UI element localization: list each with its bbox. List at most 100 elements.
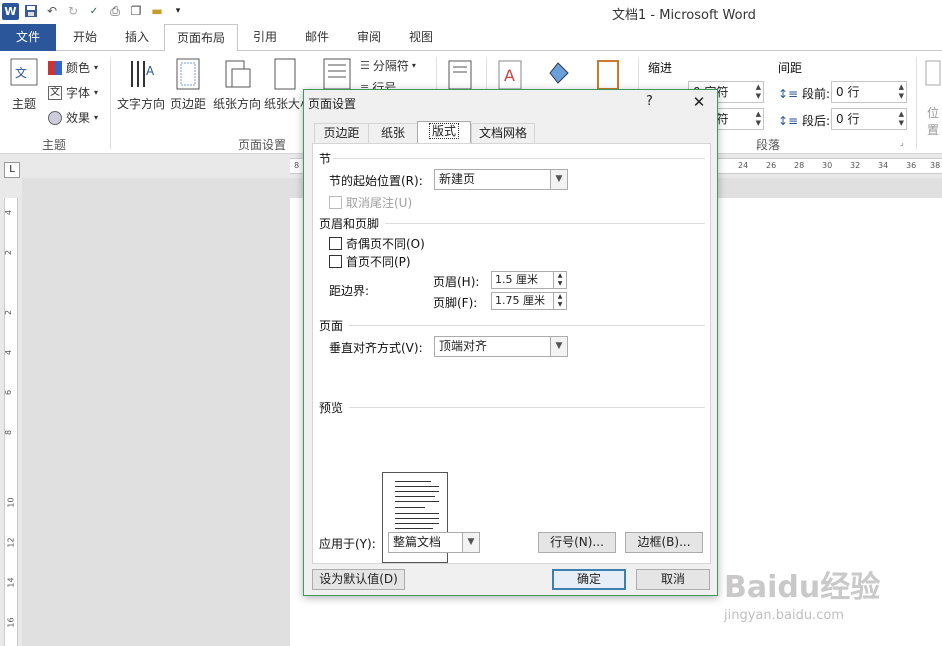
divider bbox=[349, 325, 705, 326]
margins-button[interactable]: 页边距 bbox=[168, 57, 208, 112]
tab-home[interactable]: 开始 bbox=[62, 24, 108, 51]
ruler-number: 16 bbox=[6, 617, 16, 628]
first-page-checkbox[interactable] bbox=[329, 255, 342, 268]
spin-arrows-icon[interactable]: ▲ ▼ bbox=[756, 83, 761, 101]
copy-icon[interactable]: ❐ bbox=[127, 2, 145, 20]
size-button[interactable]: 纸张大小 bbox=[264, 57, 304, 112]
line-numbers-button[interactable]: 行号(N)... bbox=[538, 532, 616, 553]
breaks-icon: ☰ bbox=[360, 59, 370, 72]
cancel-button[interactable]: 取消 bbox=[636, 569, 710, 590]
fonts-button[interactable]: 文 字体 ▾ bbox=[48, 84, 98, 101]
undo-icon[interactable]: ↶ bbox=[43, 2, 61, 20]
effects-button[interactable]: 效果 ▾ bbox=[48, 109, 98, 126]
ruler-number: 4 bbox=[4, 349, 14, 356]
spacing-before-label: ↕≡ 段前: bbox=[778, 85, 830, 102]
watermark-icon bbox=[448, 60, 472, 90]
text-direction-label: 文字方向 bbox=[116, 97, 165, 111]
print-preview-icon[interactable]: ⎙ bbox=[106, 2, 124, 20]
vertical-alignment-select[interactable]: 顶端对齐 ▼ bbox=[434, 336, 568, 357]
paragraph-group-label: 段落 bbox=[756, 138, 781, 152]
ruler-number: 30 bbox=[822, 161, 833, 170]
spin-arrows-icon[interactable]: ▲ ▼ bbox=[553, 272, 566, 288]
tab-selector-icon[interactable]: L bbox=[4, 162, 20, 178]
tab-references[interactable]: 引用 bbox=[242, 24, 288, 51]
ruler-number: 36 bbox=[906, 161, 917, 170]
effects-icon bbox=[48, 110, 62, 125]
tab-paper[interactable]: 纸张 bbox=[368, 123, 418, 143]
spacing-label: 间距 bbox=[778, 61, 803, 75]
margins-icon bbox=[176, 58, 200, 90]
close-icon[interactable]: ✕ bbox=[686, 90, 712, 114]
footer-distance-value: 1.75 厘米 bbox=[495, 294, 545, 307]
tab-insert[interactable]: 插入 bbox=[114, 24, 160, 51]
spacing-after-input[interactable]: 0 行 ▲ ▼ bbox=[831, 108, 907, 130]
suppress-endnotes-checkbox[interactable] bbox=[329, 196, 342, 209]
paper-size-icon bbox=[274, 58, 296, 90]
spin-arrows-icon[interactable]: ▲ ▼ bbox=[899, 110, 904, 128]
ruler-number: 2 bbox=[4, 309, 14, 316]
ruler-number: 34 bbox=[878, 161, 889, 170]
tab-layout[interactable]: 版式 bbox=[417, 121, 471, 144]
spin-arrows-icon[interactable]: ▲ ▼ bbox=[553, 293, 566, 309]
customize-qat-icon[interactable]: ▾ bbox=[169, 2, 187, 20]
chevron-down-icon[interactable]: ▼ bbox=[550, 337, 567, 356]
ruler-number: 4 bbox=[4, 209, 14, 216]
borders-button[interactable]: 边框(B)... bbox=[625, 532, 703, 553]
ok-button[interactable]: 确定 bbox=[552, 569, 626, 590]
colors-button[interactable]: 颜色 ▾ bbox=[48, 59, 98, 76]
redo-icon[interactable]: ↻ bbox=[64, 2, 82, 20]
spelling-icon[interactable]: ✓ bbox=[85, 2, 103, 20]
ruler-number: 26 bbox=[766, 161, 777, 170]
ruler-number: 10 bbox=[6, 497, 16, 508]
breaks-button[interactable]: ☰ 分隔符 ▾ bbox=[360, 57, 416, 74]
apply-to-label: 应用于(Y): bbox=[319, 537, 376, 551]
tab-document-grid[interactable]: 文档网格 bbox=[471, 123, 535, 143]
quick-access-toolbar: W ↶ ↻ ✓ ⎙ ❐ ▬ ▾ bbox=[2, 2, 187, 20]
orientation-button[interactable]: 纸张方向 bbox=[212, 57, 262, 112]
suppress-endnotes-label: 取消尾注(U) bbox=[346, 196, 413, 210]
folder-icon[interactable]: ▬ bbox=[148, 2, 166, 20]
help-icon[interactable]: ? bbox=[646, 94, 653, 109]
tab-view[interactable]: 视图 bbox=[398, 24, 444, 51]
spin-arrows-icon[interactable]: ▲ ▼ bbox=[899, 83, 904, 101]
divider bbox=[349, 407, 705, 408]
tab-page-layout[interactable]: 页面布局 bbox=[164, 24, 238, 52]
page-borders-icon bbox=[597, 60, 619, 90]
section-start-select[interactable]: 新建页 ▼ bbox=[434, 169, 568, 190]
columns-icon bbox=[323, 58, 351, 90]
dialog-title: 页面设置 bbox=[308, 97, 357, 111]
tab-file[interactable]: 文件 bbox=[0, 24, 56, 51]
from-edge-label: 距边界: bbox=[329, 284, 370, 298]
ruler-number: 12 bbox=[6, 537, 16, 548]
spacing-before-text: 段前: bbox=[801, 87, 830, 101]
baidu-watermark: Baidu经验 jingyan.baidu.com bbox=[724, 562, 880, 623]
chevron-down-icon[interactable]: ▼ bbox=[462, 533, 479, 552]
group-separator bbox=[916, 57, 917, 149]
tab-review[interactable]: 审阅 bbox=[346, 24, 392, 51]
apply-to-select[interactable]: 整篇文档 ▼ bbox=[388, 532, 480, 553]
margins-label: 页边距 bbox=[169, 97, 206, 111]
tab-margins[interactable]: 页边距 bbox=[314, 123, 369, 143]
position-icon bbox=[925, 60, 941, 86]
set-default-button[interactable]: 设为默认值(D) bbox=[312, 569, 405, 590]
spin-arrows-icon[interactable]: ▲ ▼ bbox=[756, 110, 761, 128]
text-direction-button[interactable]: A 文字方向 bbox=[116, 57, 166, 112]
chevron-down-icon[interactable]: ▼ bbox=[550, 170, 567, 189]
fonts-icon: 文 bbox=[48, 85, 62, 100]
themes-label: 主题 bbox=[11, 97, 36, 111]
page-heading: 页面 bbox=[319, 319, 344, 333]
odd-even-checkbox[interactable] bbox=[329, 237, 342, 250]
indent-label: 缩进 bbox=[648, 61, 673, 75]
vertical-ruler[interactable]: 4 2 2 4 6 8 10 12 14 16 bbox=[4, 198, 18, 646]
headers-footers-heading: 页眉和页脚 bbox=[319, 217, 380, 231]
effects-label: 效果 bbox=[66, 111, 91, 125]
spacing-before-input[interactable]: 0 行 ▲ ▼ bbox=[831, 81, 907, 103]
paragraph-dialog-launcher-icon[interactable]: ⌟ bbox=[900, 138, 904, 147]
tab-mailings[interactable]: 邮件 bbox=[294, 24, 340, 51]
themes-button[interactable]: 文 主题 bbox=[6, 57, 42, 112]
footer-distance-input[interactable]: 1.75 厘米 ▲ ▼ bbox=[491, 292, 567, 310]
section-heading: 节 bbox=[319, 152, 332, 166]
position-button[interactable]: 位置 bbox=[924, 59, 942, 138]
header-distance-input[interactable]: 1.5 厘米 ▲ ▼ bbox=[491, 271, 567, 289]
save-icon[interactable] bbox=[22, 2, 40, 20]
